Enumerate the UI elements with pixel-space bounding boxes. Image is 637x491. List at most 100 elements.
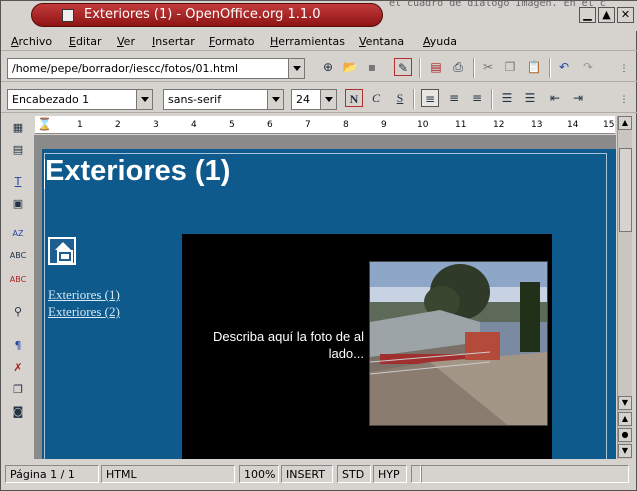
font-name-select[interactable]: sans-serif [163,89,284,110]
status-selection-mode[interactable]: STD [337,465,371,483]
menu-ventana[interactable]: Ventana [359,35,404,48]
font-name-dropdown[interactable] [267,90,283,109]
building-photo[interactable] [369,261,548,426]
menu-archivo[interactable]: Archivo [11,35,52,48]
page-heading[interactable]: Exteriores (1) [45,155,230,188]
separator [549,58,551,78]
insert-text-icon[interactable]: T [9,173,27,191]
main-toolbar: ▦ ▤ T ▣ AZ ABC ABC ⚲ ¶ ✗ ❐ ◙ [7,119,29,459]
scroll-up-icon[interactable]: ▲ [618,116,632,130]
status-insert-mode[interactable]: INSERT [281,465,333,483]
autocomplete-icon[interactable]: AZ [9,225,27,243]
status-hyperlink-mode[interactable]: HYP [373,465,407,483]
ruler-label: 12 [493,120,505,130]
auto-spellcheck-icon[interactable]: ABC [9,271,27,289]
font-name-value: sans-serif [168,93,222,106]
paragraph-style-value: Encabezado 1 [12,93,90,106]
scrollbar-thumb[interactable] [619,148,632,232]
italic-button[interactable]: C [367,89,385,107]
menu-ver[interactable]: Ver [117,35,135,48]
copy-icon[interactable]: ❐ [501,58,519,76]
separator [413,89,415,109]
link-exteriores-1[interactable]: Exteriores (1) [48,287,120,303]
redo-icon[interactable]: ↷ [579,58,597,76]
title-pill[interactable]: Exteriores (1) - OpenOffice.org 1.1.0 [31,3,383,27]
function-toolbar: /home/pepe/borrador/iescc/fotos/01.html … [1,54,637,82]
bold-button[interactable]: N [345,89,363,107]
menu-herramientas[interactable]: Herramientas [270,35,345,48]
insert-fields-icon[interactable]: ▤ [9,141,27,159]
minimize-button[interactable]: ▁ [579,7,596,23]
ruler-label: 8 [343,120,349,130]
link-exteriores-2[interactable]: Exteriores (2) [48,304,120,320]
align-center-icon[interactable]: ≡ [445,89,463,107]
ruler-label: 7 [305,120,311,130]
edit-file-icon[interactable]: ✎ [394,58,412,76]
font-size-dropdown[interactable] [320,90,336,109]
paragraph-style-dropdown[interactable] [136,90,152,109]
ruler-label: 3 [153,120,159,130]
url-dropdown-button[interactable] [288,59,304,78]
close-button[interactable]: ✕ [617,7,634,23]
next-page-icon[interactable]: ▼ [618,444,632,458]
maximize-button[interactable]: ▲ [598,7,615,23]
graphics-off-icon[interactable]: ✗ [9,359,27,377]
separator [491,89,493,109]
photo-table[interactable]: Describa aquí la foto de al lado... [182,234,552,459]
insert-table-icon[interactable]: ▦ [9,119,27,137]
navigation-icon[interactable]: ● [618,428,632,442]
paragraph-style-select[interactable]: Encabezado 1 [7,89,153,110]
ruler-label: 10 [417,120,429,130]
ruler-label: 14 [567,120,579,130]
find-binoculars-icon[interactable]: ⚲ [9,303,27,321]
toolbar-more-icon[interactable]: ⋮ [615,60,633,78]
form-icon[interactable]: ▣ [9,195,27,213]
text-cursor [44,159,45,189]
font-size-select[interactable]: 24 [291,89,337,110]
indent-decrease-icon[interactable]: ⇤ [546,89,564,107]
numbered-list-icon[interactable]: ☰ [498,89,516,107]
align-left-icon[interactable]: ≡ [421,89,439,107]
bullet-list-icon[interactable]: ☰ [521,89,539,107]
app-window: el cuadro de diálogo Imagen. En el c Ext… [0,0,637,491]
status-page[interactable]: Página 1 / 1 [5,465,99,483]
save-icon[interactable]: ▪ [363,58,381,76]
status-zoom[interactable]: 100% [239,465,279,483]
document-area[interactable]: Exteriores (1) Exteriores (1) Exteriores… [34,135,616,459]
formatting-marks-icon[interactable]: ¶ [9,337,27,355]
document-icon[interactable] [62,9,74,22]
cut-icon[interactable]: ✂ [479,58,497,76]
html-source-icon[interactable]: ❐ [9,381,27,399]
ruler-label: 4 [191,120,197,130]
left-indent-marker[interactable]: ⌛ [37,117,52,131]
menu-formato[interactable]: Formato [209,35,255,48]
window-title: Exteriores (1) - OpenOffice.org 1.1.0 [84,7,321,22]
export-pdf-icon[interactable]: ▤ [427,58,445,76]
html-page[interactable]: Exteriores (1) Exteriores (1) Exteriores… [42,149,616,459]
print-icon[interactable]: ⎙ [449,58,467,76]
photo-caption[interactable]: Describa aquí la foto de al lado... [190,328,364,362]
home-icon[interactable] [48,237,76,265]
globe-edit-icon[interactable]: ⊕ [319,58,337,76]
horizontal-ruler[interactable]: ⌛ 1 2 3 4 5 6 7 8 9 10 11 12 13 14 15 [35,116,615,134]
online-layout-icon[interactable]: ◙ [9,403,27,421]
ruler-label: 9 [381,120,387,130]
open-folder-icon[interactable]: 📂 [341,58,359,76]
menu-insertar[interactable]: Insertar [152,35,195,48]
vertical-scrollbar[interactable]: ▲ ▼ ▲ ● ▼ [617,116,632,459]
menu-editar[interactable]: Editar [69,35,102,48]
status-info [421,465,629,483]
status-modified [411,465,421,483]
paste-icon[interactable]: 📋 [525,58,543,76]
toolbar-more-icon[interactable]: ⋮ [615,91,633,109]
menu-ayuda[interactable]: Ayuda [423,35,457,48]
indent-increase-icon[interactable]: ⇥ [569,89,587,107]
undo-icon[interactable]: ↶ [555,58,573,76]
url-input[interactable]: /home/pepe/borrador/iescc/fotos/01.html [7,58,305,79]
spellcheck-icon[interactable]: ABC [9,247,27,265]
status-mode[interactable]: HTML [101,465,235,483]
align-right-icon[interactable]: ≡ [468,89,486,107]
previous-page-icon[interactable]: ▲ [618,412,632,426]
underline-button[interactable]: S [391,89,409,107]
scroll-down-icon[interactable]: ▼ [618,396,632,410]
